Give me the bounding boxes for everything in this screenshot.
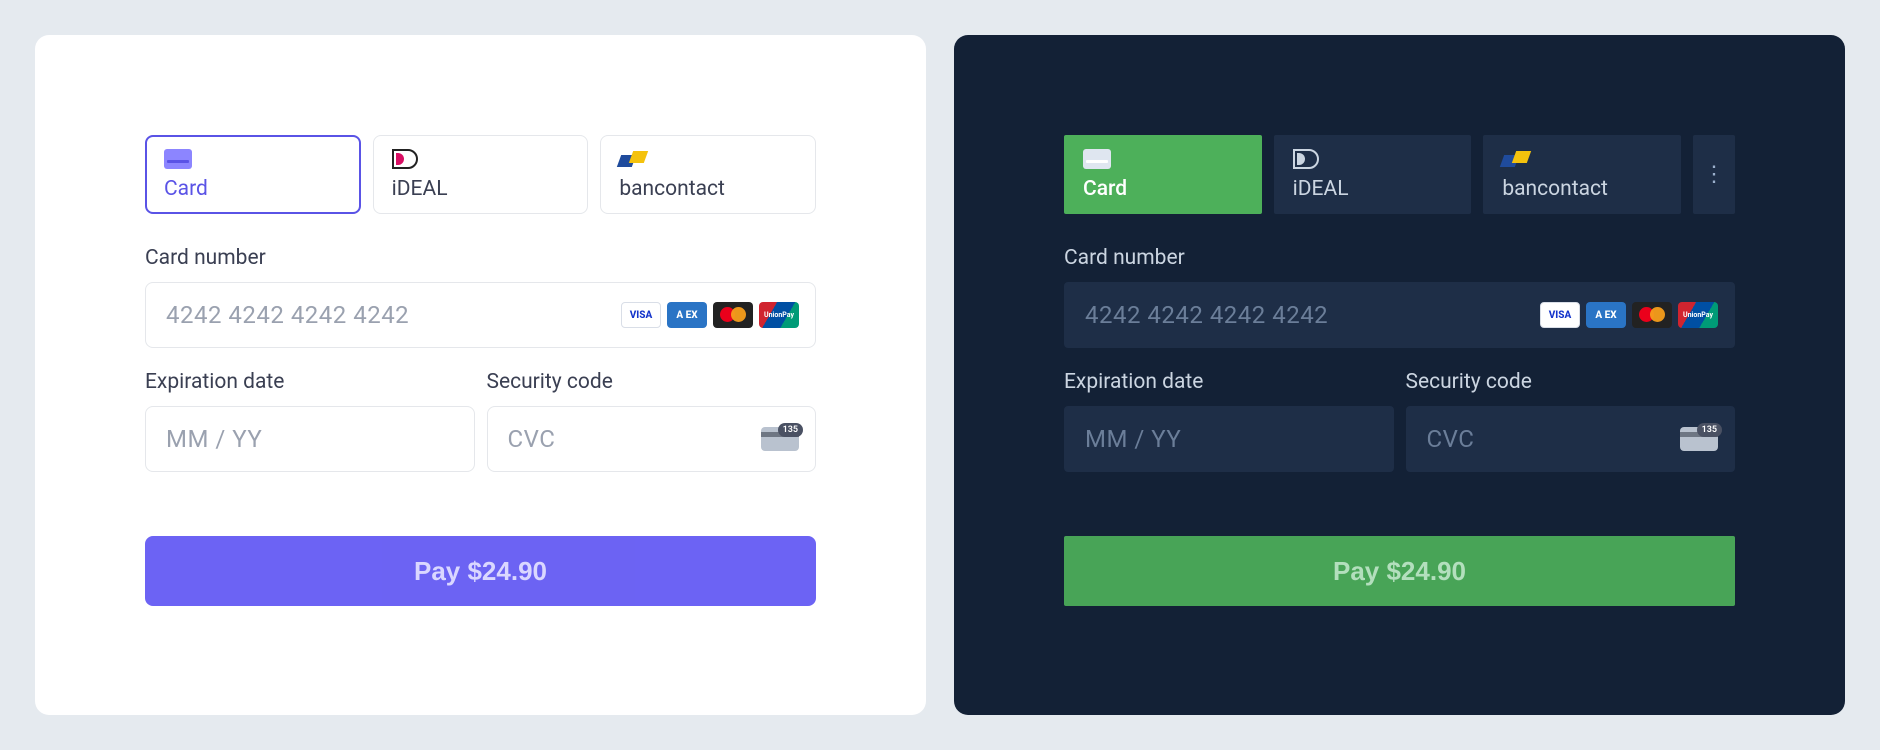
tab-bancontact[interactable]: bancontact	[1483, 135, 1681, 214]
pay-button[interactable]: Pay $24.90	[145, 536, 816, 606]
amex-icon: A EX	[1586, 302, 1626, 328]
amex-icon: A EX	[667, 302, 707, 328]
card-icon	[1083, 149, 1111, 169]
checkout-light-panel: Card iDEAL bancontact Card number 4242 4…	[35, 35, 926, 715]
expiry-placeholder: MM / YY	[1085, 425, 1181, 453]
bancontact-icon	[619, 151, 647, 167]
visa-icon: VISA	[1540, 302, 1580, 328]
more-methods-button[interactable]: ⋮	[1693, 135, 1735, 214]
expiry-label: Expiration date	[145, 370, 475, 394]
card-brand-icons: VISA A EX UnionPay	[621, 302, 799, 328]
tab-card-label: Card	[1083, 177, 1243, 201]
expiry-input[interactable]: MM / YY	[1064, 406, 1394, 472]
tab-ideal[interactable]: iDEAL	[373, 135, 589, 214]
tab-card[interactable]: Card	[1064, 135, 1262, 214]
cvc-hint-icon	[1680, 427, 1718, 451]
card-number-placeholder: 4242 4242 4242 4242	[1085, 301, 1328, 329]
tab-bancontact-label: bancontact	[619, 177, 797, 201]
bancontact-icon	[1502, 151, 1530, 167]
mastercard-icon	[713, 302, 753, 328]
tab-ideal-label: iDEAL	[392, 177, 570, 201]
mastercard-icon	[1632, 302, 1672, 328]
tab-ideal-label: iDEAL	[1293, 177, 1453, 201]
checkout-dark-panel: Card iDEAL bancontact ⋮ Card number 4242…	[954, 35, 1845, 715]
card-number-input[interactable]: 4242 4242 4242 4242 VISA A EX UnionPay	[1064, 282, 1735, 348]
ideal-icon	[1293, 149, 1319, 169]
card-number-input[interactable]: 4242 4242 4242 4242 VISA A EX UnionPay	[145, 282, 816, 348]
card-number-label: Card number	[145, 246, 816, 270]
expiry-placeholder: MM / YY	[166, 425, 262, 453]
cvc-input[interactable]: CVC	[1406, 406, 1736, 472]
cvc-label: Security code	[1406, 370, 1736, 394]
cvc-hint-icon	[761, 427, 799, 451]
card-icon	[164, 149, 192, 169]
cvc-label: Security code	[487, 370, 817, 394]
tab-bancontact[interactable]: bancontact	[600, 135, 816, 214]
tab-bancontact-label: bancontact	[1502, 177, 1662, 201]
tab-card[interactable]: Card	[145, 135, 361, 214]
expiry-input[interactable]: MM / YY	[145, 406, 475, 472]
expiry-label: Expiration date	[1064, 370, 1394, 394]
cvc-input[interactable]: CVC	[487, 406, 817, 472]
payment-method-tabs: Card iDEAL bancontact ⋮	[1064, 135, 1735, 214]
card-brand-icons: VISA A EX UnionPay	[1540, 302, 1718, 328]
card-number-placeholder: 4242 4242 4242 4242	[166, 301, 409, 329]
pay-button[interactable]: Pay $24.90	[1064, 536, 1735, 606]
tab-card-label: Card	[164, 177, 342, 201]
visa-icon: VISA	[621, 302, 661, 328]
payment-method-tabs: Card iDEAL bancontact	[145, 135, 816, 214]
cvc-placeholder: CVC	[1427, 425, 1475, 453]
unionpay-icon: UnionPay	[759, 302, 799, 328]
more-vertical-icon: ⋮	[1703, 162, 1725, 187]
tab-ideal[interactable]: iDEAL	[1274, 135, 1472, 214]
cvc-placeholder: CVC	[508, 425, 556, 453]
ideal-icon	[392, 149, 418, 169]
unionpay-icon: UnionPay	[1678, 302, 1718, 328]
card-number-label: Card number	[1064, 246, 1735, 270]
